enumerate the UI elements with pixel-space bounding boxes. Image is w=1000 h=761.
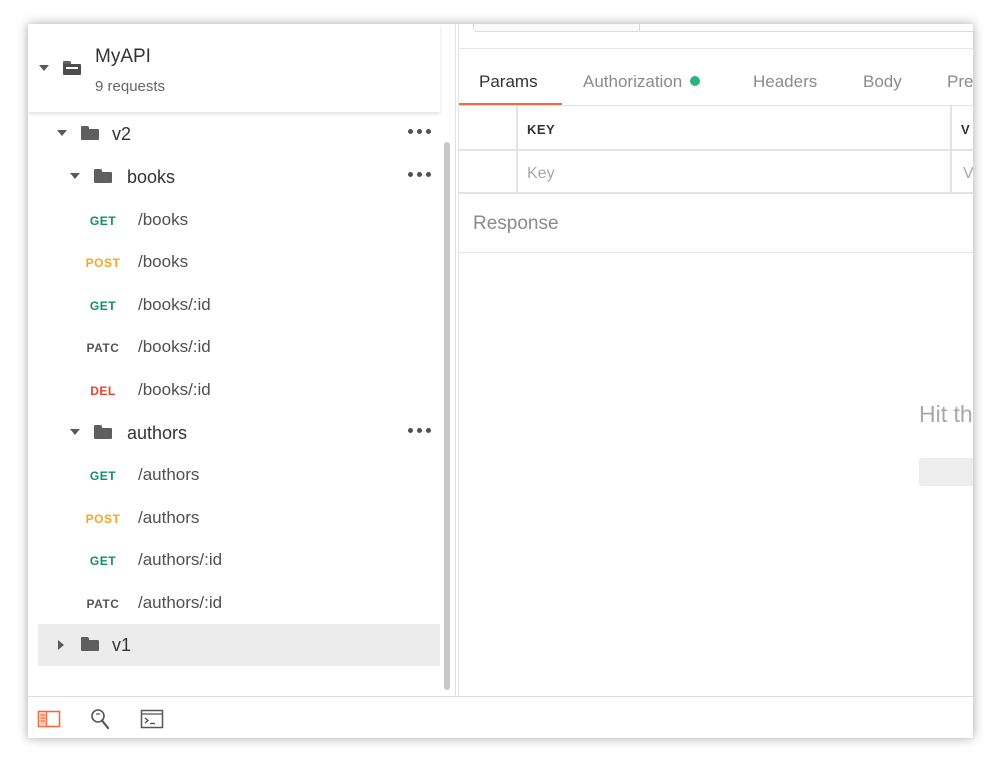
response-empty-hint: Hit th bbox=[919, 401, 973, 427]
request-path: /books bbox=[138, 252, 189, 271]
request-row[interactable]: POST /books bbox=[28, 241, 440, 283]
status-bar bbox=[28, 696, 973, 738]
tab-pre-request[interactable]: Pre bbox=[947, 72, 973, 92]
chevron-down-icon[interactable] bbox=[70, 429, 80, 435]
status-dot-icon bbox=[690, 76, 701, 86]
folder-row-v2[interactable]: v2 bbox=[28, 113, 440, 155]
request-path: /books/:id bbox=[138, 337, 211, 356]
response-header: Response bbox=[459, 193, 973, 253]
request-path: /authors/:id bbox=[138, 550, 223, 569]
folder-name-v1: v1 bbox=[112, 635, 132, 655]
response-label: Response bbox=[473, 213, 559, 234]
chevron-down-icon[interactable] bbox=[70, 173, 80, 179]
folder-name-books: books bbox=[127, 167, 176, 187]
more-options-icon[interactable] bbox=[408, 170, 434, 178]
method-badge-post: POST bbox=[85, 512, 121, 526]
method-badge-patch: PATC bbox=[86, 341, 120, 355]
method-badge-get: GET bbox=[89, 299, 117, 313]
collection-folder-icon bbox=[63, 61, 81, 75]
request-row[interactable]: GET /authors bbox=[28, 454, 440, 496]
sidebar-scrollbar-thumb[interactable] bbox=[444, 142, 450, 690]
method-badge-get: GET bbox=[89, 214, 117, 228]
app-window: MyAPI 9 requests v2 books GET /books POS… bbox=[28, 24, 973, 738]
console-icon[interactable] bbox=[140, 707, 164, 731]
request-path: /books bbox=[138, 210, 189, 229]
folder-icon bbox=[94, 425, 112, 439]
folder-name-v2: v2 bbox=[112, 124, 132, 144]
method-badge-delete: DEL bbox=[90, 384, 116, 398]
folder-row-books[interactable]: books bbox=[28, 156, 440, 198]
request-path: /books/:id bbox=[138, 295, 211, 314]
folder-row-authors[interactable]: authors bbox=[28, 412, 440, 454]
folder-icon bbox=[81, 637, 99, 651]
tab-body[interactable]: Body bbox=[863, 72, 902, 92]
url-input[interactable] bbox=[639, 24, 973, 32]
toggle-sidebar-icon[interactable] bbox=[37, 707, 61, 731]
collapse-caret-icon[interactable] bbox=[39, 65, 49, 71]
column-header-value: V bbox=[961, 122, 970, 137]
request-row[interactable]: PATC /books/:id bbox=[28, 326, 440, 368]
more-options-icon[interactable] bbox=[408, 426, 434, 434]
method-select[interactable] bbox=[473, 24, 641, 32]
method-badge-get: GET bbox=[89, 554, 117, 568]
method-badge-patch: PATC bbox=[86, 597, 120, 611]
value-input[interactable]: V bbox=[963, 165, 973, 183]
request-row[interactable]: DEL /books/:id bbox=[28, 369, 440, 411]
request-row[interactable]: GET /authors/:id bbox=[28, 539, 440, 581]
collection-name: MyAPI bbox=[95, 46, 151, 67]
collection-request-count: 9 requests bbox=[95, 78, 166, 95]
column-header-key: KEY bbox=[527, 122, 556, 137]
request-path: /books/:id bbox=[138, 380, 211, 399]
chevron-right-icon[interactable] bbox=[58, 640, 64, 650]
collection-header[interactable]: MyAPI 9 requests bbox=[28, 24, 440, 112]
folder-row-v1[interactable]: v1 bbox=[38, 624, 440, 666]
table-border bbox=[459, 105, 973, 106]
params-table: KEY V Key V bbox=[459, 105, 973, 194]
table-border bbox=[459, 149, 973, 151]
request-tabs: Params Authorization Headers Body Pre bbox=[459, 48, 973, 106]
request-row[interactable]: GET /books/:id bbox=[28, 284, 440, 326]
chevron-down-icon[interactable] bbox=[57, 130, 67, 136]
tab-params[interactable]: Params bbox=[479, 72, 538, 92]
folder-icon bbox=[81, 126, 99, 140]
folder-icon bbox=[94, 169, 112, 183]
request-path: /authors bbox=[138, 465, 200, 484]
request-path: /authors bbox=[138, 508, 200, 527]
method-badge-get: GET bbox=[89, 469, 117, 483]
find-icon[interactable] bbox=[88, 707, 112, 731]
request-path: /authors/:id bbox=[138, 593, 223, 612]
more-options-icon[interactable] bbox=[408, 127, 434, 135]
sidebar: MyAPI 9 requests v2 books GET /books POS… bbox=[28, 24, 456, 696]
request-row[interactable]: GET /books bbox=[28, 199, 440, 241]
key-input[interactable]: Key bbox=[527, 165, 555, 183]
tab-authorization-label: Authorization bbox=[583, 72, 683, 91]
tab-headers[interactable]: Headers bbox=[753, 72, 817, 92]
folder-name-authors: authors bbox=[127, 423, 188, 443]
send-hint-button[interactable] bbox=[919, 458, 973, 486]
request-row[interactable]: POST /authors bbox=[28, 497, 440, 539]
method-badge-post: POST bbox=[85, 256, 121, 270]
table-border bbox=[950, 105, 952, 193]
table-border bbox=[516, 105, 518, 193]
request-row[interactable]: PATC /authors/:id bbox=[28, 582, 440, 624]
request-pane: Params Authorization Headers Body Pre KE… bbox=[458, 24, 973, 696]
tab-authorization[interactable]: Authorization bbox=[583, 72, 701, 92]
